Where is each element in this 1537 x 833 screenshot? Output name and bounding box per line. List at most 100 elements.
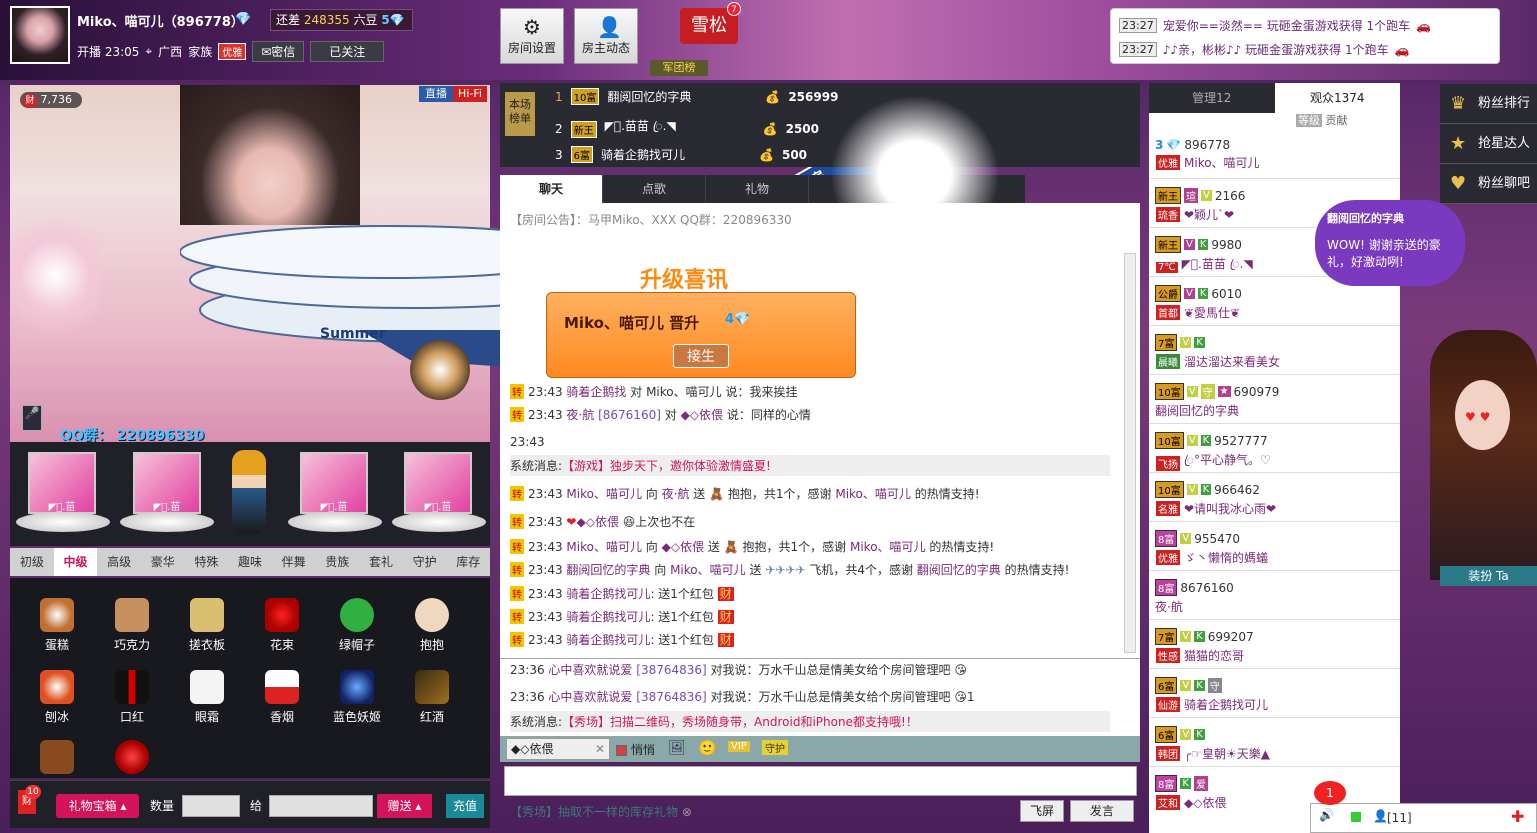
welcome-button[interactable]: 接生 <box>673 344 729 368</box>
user-row[interactable]: 新王瑄 V 2166 琉香 ❤颖儿`❤ <box>1155 187 1245 223</box>
msg-user-id[interactable]: [8676160] <box>598 408 661 422</box>
sort-contrib[interactable]: 贡献 <box>1326 114 1348 127</box>
send-button[interactable]: 发言 <box>1070 800 1134 822</box>
user-row[interactable]: 公爵 V K 6010 首都 ❦愛馬仕❦ <box>1155 285 1242 321</box>
notification-badge[interactable]: 1 <box>1314 781 1346 805</box>
gift-item[interactable]: 抱抱 <box>397 598 467 653</box>
tab-song[interactable]: 点歌 <box>603 175 706 203</box>
gift-tab[interactable]: 特殊 <box>185 548 229 576</box>
ad-link[interactable]: 【秀场】抽取不一样的库存礼物 ⊗ <box>510 803 692 820</box>
forward-badge[interactable]: 转 <box>510 384 524 399</box>
msg-user[interactable]: 心中喜欢就说爱 <box>548 690 632 704</box>
gift-item[interactable]: 巧克力 <box>97 598 167 653</box>
gift-tab[interactable]: 高级 <box>97 548 141 576</box>
forward-badge[interactable]: 转 <box>510 609 524 624</box>
msg-user[interactable]: 夜·航 <box>566 408 594 422</box>
msg-user[interactable]: ◆◇依偎 <box>576 515 618 529</box>
msg-user-id[interactable]: [38764836] <box>636 690 706 704</box>
image-icon[interactable]: 🖼 <box>668 740 686 756</box>
gift-item[interactable]: 刨冰 <box>22 670 92 725</box>
forward-badge[interactable]: 转 <box>510 486 524 501</box>
gift-item[interactable]: 蛋糕 <box>22 598 92 653</box>
msg-user[interactable]: Miko、喵可儿 <box>566 540 642 554</box>
quantity-input[interactable] <box>182 795 240 817</box>
guard-icon[interactable]: 守护 <box>762 740 788 755</box>
msg-to[interactable]: 夜·航 <box>662 487 690 501</box>
fans-chat-button[interactable]: ♥ 粉丝聊吧 <box>1440 164 1537 204</box>
treasure-box-button[interactable]: 礼物宝箱 ▴ <box>56 794 139 818</box>
gift-item[interactable]: 蓝色妖姬 <box>322 670 392 725</box>
user-row[interactable]: 6富 V K 韩团 ╭☞皇朝☀天樂▲ <box>1155 726 1270 762</box>
private-chat-panel[interactable]: 23:36 心中喜欢就说爱 [38764836] 对我说：万水千山总是情美女给个… <box>500 658 1140 736</box>
user-row[interactable]: 10富 V 守 ★ 690979 翻阅回忆的字典 <box>1155 383 1279 419</box>
close-icon[interactable]: ✕ <box>595 739 605 759</box>
gift-item[interactable]: 绿帽子 <box>322 598 392 653</box>
msg-user[interactable]: 骑着企鹅找可儿 <box>566 610 650 624</box>
gift-item[interactable]: 香烟 <box>247 670 317 725</box>
msg-user-id[interactable]: [38764836] <box>636 663 706 677</box>
forward-badge[interactable]: 转 <box>510 632 524 647</box>
recipient-input[interactable] <box>269 795 373 817</box>
user-row[interactable]: 7富 V K 晨曦 溜达溜达来看美女 <box>1155 334 1280 370</box>
tab-audience[interactable]: 观众1374 <box>1274 83 1400 113</box>
msg-thanks[interactable]: Miko、喵可儿 <box>835 487 911 501</box>
stage-gift[interactable]: ◤ꦿ.苗 <box>300 452 368 514</box>
gift-item[interactable]: 眼霜 <box>172 670 242 725</box>
secret-msg-button[interactable]: ✉密信 <box>252 41 305 62</box>
rank-row[interactable]: 1 10富 翻阅回忆的字典 💰 256999 <box>555 88 838 105</box>
emoji-icon[interactable]: 🙂 <box>698 739 717 757</box>
room-settings-button[interactable]: ⚙ 房间设置 <box>500 8 564 64</box>
family-badge[interactable]: 优雅 <box>218 43 247 60</box>
forward-badge[interactable]: 转 <box>510 586 524 601</box>
hifi-badge[interactable]: Hi-Fi <box>453 86 487 102</box>
msg-to[interactable]: Miko、喵可儿 <box>670 563 746 577</box>
gift-tab[interactable]: 守护 <box>403 548 447 576</box>
gift-tab[interactable]: 套礼 <box>359 548 403 576</box>
msg-thanks[interactable]: 翻阅回忆的字典 <box>917 563 1001 577</box>
whisper-checkbox[interactable]: 悄悄 <box>616 741 655 758</box>
msg-user[interactable]: 骑着企鹅找可儿 <box>566 633 650 647</box>
gift-tab[interactable]: 初级 <box>10 548 54 576</box>
msg-user[interactable]: Miko、喵可儿 <box>566 487 642 501</box>
rank-row[interactable]: 2 新王 ◤ꦿ.苗苗 ꦿ.◥ 💰 2500 <box>555 117 819 141</box>
dress-up-button[interactable]: 装扮 Ta <box>1440 566 1537 586</box>
msg-user[interactable]: 骑着企鹅找可儿 <box>566 587 650 601</box>
forward-badge[interactable]: 转 <box>510 562 524 577</box>
star-hunter-button[interactable]: ★ 抢星达人 <box>1440 124 1537 164</box>
tab-admin[interactable]: 管理12 <box>1149 83 1275 113</box>
gift-tab-selected[interactable]: 中级 <box>53 548 98 576</box>
tab-chat[interactable]: 聊天 <box>500 175 603 203</box>
gift-item[interactable]: 花束 <box>247 598 317 653</box>
send-gift-button[interactable]: 赠送 ▴ <box>377 794 432 818</box>
msg-user[interactable]: 骑着企鹅找 <box>566 385 626 399</box>
gift-item[interactable]: 红酒 <box>397 670 467 725</box>
user-row[interactable]: 8富 8676160 夜·航 <box>1155 579 1234 615</box>
speaker-icon[interactable]: 🔊 <box>1319 808 1334 822</box>
user-row[interactable]: 新王 V K 9980 7℃ ◤ꦿ.苗苗 ꦿ.◥ <box>1155 236 1253 279</box>
gift-tab[interactable]: 伴舞 <box>272 548 316 576</box>
gift-tab[interactable]: 趣味 <box>228 548 272 576</box>
forward-badge[interactable]: 转 <box>510 514 524 529</box>
sort-grade[interactable]: 等级 <box>1296 114 1322 127</box>
user-row[interactable]: 3 💎 896778 优雅 Miko、喵可儿 <box>1155 138 1260 171</box>
dress-up-avatar[interactable] <box>1430 330 1537 580</box>
fly-screen-button[interactable]: 飞屏 <box>1020 800 1064 822</box>
msg-user[interactable]: 翻阅回忆的字典 <box>566 563 650 577</box>
msg-to[interactable]: ◆◇依偎 <box>681 408 723 422</box>
user-row[interactable]: 6富 V K 守仙游 骑着企鹅找可儿 <box>1155 677 1268 713</box>
gift-tab[interactable]: 库存 <box>446 548 490 576</box>
gift-tab[interactable]: 贵族 <box>315 548 359 576</box>
stage-gift[interactable]: ◤ꦿ.苗 <box>404 452 472 514</box>
user-row[interactable]: 10富 V K 966462 名雅 ❤请叫我冰心雨❤ <box>1155 481 1276 517</box>
msg-thanks[interactable]: Miko、喵可儿 <box>850 540 926 554</box>
chat-panel[interactable]: 【房间公告】：马甲Miko、XXX QQ群：220896330 转 23:43 骑… <box>500 203 1140 658</box>
user-row[interactable]: 7富 V K 699207 性感 猫猫的恋哥 <box>1155 628 1254 664</box>
rank-row[interactable]: 3 6富 骑着企鹅找可儿 💰 500 <box>555 146 807 163</box>
host-avatar[interactable] <box>10 6 70 64</box>
msg-user[interactable]: 心中喜欢就说爱 <box>548 663 632 677</box>
user-row[interactable]: 10富 V K 9527777 飞扬ꦿ°平心静气。♡ <box>1155 432 1271 475</box>
gift-tab[interactable]: 豪华 <box>141 548 185 576</box>
microphone-icon[interactable]: 🎤 <box>22 405 42 431</box>
forward-badge[interactable]: 转 <box>510 407 524 422</box>
army-rank-button[interactable]: 军团榜 <box>650 60 708 76</box>
